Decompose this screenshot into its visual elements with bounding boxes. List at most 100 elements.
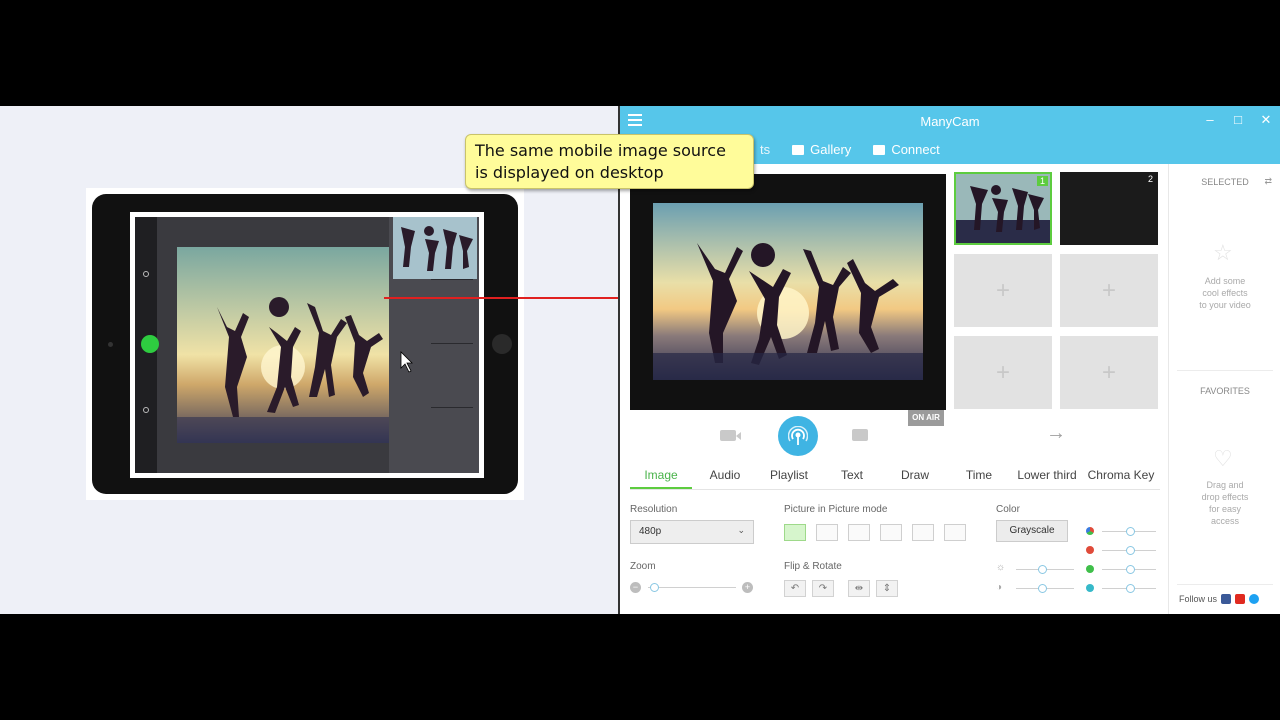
- pip-mode-off-option[interactable]: [784, 524, 806, 541]
- grayscale-button[interactable]: Grayscale: [996, 520, 1068, 542]
- zoom-out-button[interactable]: −: [630, 582, 641, 593]
- main-nav: ts Gallery Connect: [760, 142, 940, 157]
- tab-audio[interactable]: Audio: [692, 462, 758, 489]
- selected-hint-3: to your video: [1199, 300, 1251, 310]
- zoom-slider-track[interactable]: [648, 587, 736, 588]
- add-source-button[interactable]: +: [954, 336, 1052, 409]
- resolution-value: 480p: [639, 526, 662, 537]
- source-number-badge: 1: [1036, 176, 1048, 186]
- snapshot-camera-icon[interactable]: [852, 429, 868, 441]
- pip-mode-corner-option[interactable]: [816, 524, 838, 541]
- rotate-right-icon[interactable]: ↷: [812, 580, 834, 597]
- pip-mode-label: Picture in Picture mode: [784, 504, 888, 515]
- tablet-screen: [130, 212, 484, 478]
- tablet-home-button: [492, 334, 512, 354]
- settings-sliders-icon[interactable]: ⇄: [1264, 176, 1272, 187]
- monitor-icon: [873, 144, 886, 155]
- rgb-slider-knob[interactable]: [1126, 527, 1135, 536]
- rgb-icon: [1086, 527, 1094, 535]
- tab-playlist[interactable]: Playlist: [758, 462, 820, 489]
- rotate-left-icon[interactable]: ↶: [784, 580, 806, 597]
- pip-mode-bottom-option[interactable]: [848, 524, 870, 541]
- mobile-image-source: [177, 247, 389, 443]
- mobile-source-slot[interactable]: [431, 343, 473, 405]
- zoom-slider-knob[interactable]: [650, 583, 659, 592]
- tablet-device: [92, 194, 518, 494]
- chevron-down-icon: ⌄: [737, 525, 745, 535]
- follow-us: Follow us: [1179, 594, 1260, 604]
- blue-slider-knob[interactable]: [1126, 584, 1135, 593]
- add-source-button[interactable]: +: [1060, 336, 1158, 409]
- resolution-label: Resolution: [630, 504, 678, 515]
- annotation-callout: The same mobile image source is displaye…: [465, 134, 754, 189]
- favorites-hint-1: Drag and: [1206, 480, 1244, 490]
- arrow-right-icon[interactable]: →: [1046, 422, 1066, 445]
- video-camera-icon[interactable]: [720, 430, 741, 441]
- favorites-header: FAVORITES: [1200, 386, 1250, 396]
- video-frame: ManyCam – □ ✕ ts Gallery Connect 1 2 + +…: [0, 106, 1280, 614]
- on-air-badge: ON AIR: [908, 410, 944, 426]
- mobile-source-slot[interactable]: [431, 407, 473, 469]
- mobile-source-thumbnail[interactable]: [393, 217, 477, 279]
- settings-tabs: Image Audio Playlist Text Draw Time Lowe…: [630, 462, 1160, 490]
- pip-mode-quad-option[interactable]: [944, 524, 966, 541]
- add-source-button[interactable]: +: [1060, 254, 1158, 327]
- flip-vertical-icon[interactable]: ⇕: [876, 580, 898, 597]
- tab-effects[interactable]: ts: [760, 142, 770, 157]
- main-preview: [630, 174, 946, 410]
- twitter-icon[interactable]: [1249, 594, 1260, 604]
- mobile-edit-icon[interactable]: [143, 407, 149, 413]
- tab-image[interactable]: Image: [630, 462, 692, 489]
- tab-time[interactable]: Time: [946, 462, 1012, 489]
- red-slider-knob[interactable]: [1126, 546, 1135, 555]
- selected-header: SELECTED: [1201, 177, 1249, 187]
- source-thumbnail-1[interactable]: 1: [954, 172, 1052, 245]
- brightness-slider-knob[interactable]: [1038, 565, 1047, 574]
- tab-connect-label: Connect: [891, 142, 940, 157]
- selected-hint-1: Add some: [1204, 276, 1246, 286]
- tab-effects-label: ts: [760, 142, 771, 157]
- flip-rotate-label: Flip & Rotate: [784, 561, 842, 572]
- zoom-in-button[interactable]: +: [742, 582, 753, 593]
- green-channel-icon: [1086, 565, 1094, 573]
- tab-connect[interactable]: Connect: [873, 142, 940, 157]
- divider: [1177, 370, 1273, 371]
- tab-chroma-key[interactable]: Chroma Key: [1082, 462, 1160, 489]
- callout-line-1: The same mobile image source: [475, 141, 726, 160]
- maximize-button[interactable]: □: [1232, 112, 1244, 128]
- mobile-settings-icon[interactable]: [143, 271, 149, 277]
- source-thumbnail-2[interactable]: 2: [1060, 172, 1158, 245]
- pip-mode-split-horizontal-option[interactable]: [912, 524, 934, 541]
- selected-hint-2: cool effects: [1202, 288, 1248, 298]
- tab-gallery[interactable]: Gallery: [792, 142, 851, 157]
- resolution-select[interactable]: 480p ⌄: [630, 520, 754, 544]
- follow-us-label: Follow us: [1179, 594, 1218, 604]
- heart-icon: ♡: [1213, 446, 1233, 471]
- youtube-icon[interactable]: [1235, 594, 1246, 604]
- green-slider-knob[interactable]: [1126, 565, 1135, 574]
- star-icon: ☆: [1213, 240, 1233, 265]
- tab-lower-third[interactable]: Lower third: [1012, 462, 1082, 489]
- facebook-icon[interactable]: [1221, 594, 1232, 604]
- mobile-source-slot[interactable]: [431, 279, 473, 341]
- divider: [1177, 584, 1273, 585]
- broadcast-controls: ON AIR →: [630, 410, 1160, 462]
- contrast-slider-knob[interactable]: [1038, 584, 1047, 593]
- tab-draw[interactable]: Draw: [884, 462, 946, 489]
- blue-channel-icon: [1086, 584, 1094, 592]
- minimize-button[interactable]: –: [1204, 112, 1216, 128]
- brightness-icon: ☼: [996, 562, 1006, 573]
- preview-image: [653, 203, 923, 380]
- broadcast-button[interactable]: [778, 416, 818, 456]
- mobile-broadcast-button[interactable]: [141, 335, 159, 353]
- contrast-icon: ◑: [996, 582, 1003, 593]
- pip-mode-split-vertical-option[interactable]: [880, 524, 902, 541]
- source-number-badge: 2: [1147, 174, 1153, 184]
- tab-text[interactable]: Text: [820, 462, 884, 489]
- red-channel-icon: [1086, 546, 1094, 554]
- image-icon: [792, 144, 805, 155]
- callout-line-2: is displayed on desktop: [475, 163, 664, 182]
- flip-horizontal-icon[interactable]: ⇹: [848, 580, 870, 597]
- close-button[interactable]: ✕: [1260, 112, 1272, 128]
- add-source-button[interactable]: +: [954, 254, 1052, 327]
